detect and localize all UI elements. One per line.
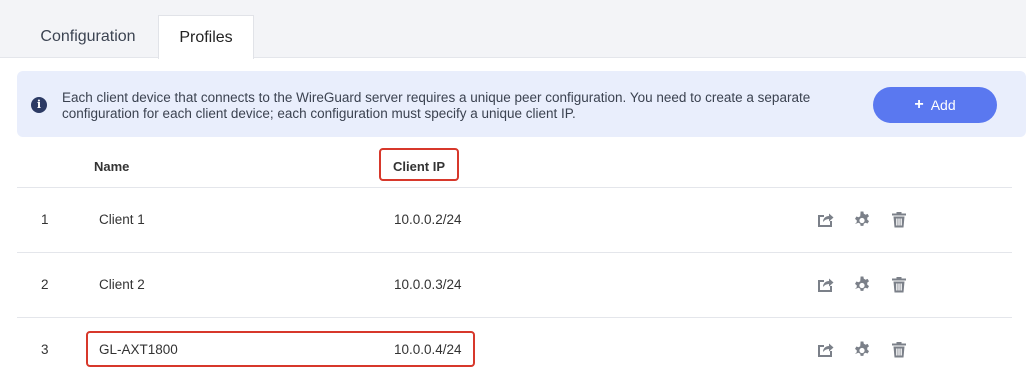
banner-text: Each client device that connects to the … bbox=[62, 90, 811, 121]
tab-bar: Configuration Profiles bbox=[0, 0, 1026, 59]
table-header: Name Client IP bbox=[17, 145, 1012, 188]
info-icon: i bbox=[31, 97, 47, 113]
row-name: Client 1 bbox=[99, 212, 145, 227]
add-button-label: Add bbox=[930, 97, 956, 113]
export-icon[interactable] bbox=[815, 275, 835, 295]
column-header-name: Name bbox=[94, 159, 130, 174]
row-client-ip: 10.0.0.3/24 bbox=[394, 277, 462, 292]
row-client-ip: 10.0.0.4/24 bbox=[394, 342, 462, 357]
tab-profiles[interactable]: Profiles bbox=[158, 15, 254, 59]
column-header-client-ip: Client IP bbox=[393, 159, 446, 174]
row-actions bbox=[815, 210, 915, 230]
row-actions bbox=[815, 275, 915, 295]
row-index: 1 bbox=[41, 212, 49, 227]
table-row: 1 Client 1 10.0.0.2/24 bbox=[17, 188, 1012, 253]
gear-icon[interactable] bbox=[852, 210, 872, 230]
add-button[interactable]: + Add bbox=[873, 87, 997, 123]
table-row: 3 GL-AXT1800 10.0.0.4/24 bbox=[17, 318, 1012, 380]
row-actions bbox=[815, 340, 915, 360]
row-client-ip: 10.0.0.2/24 bbox=[394, 212, 462, 227]
gear-icon[interactable] bbox=[852, 340, 872, 360]
gear-icon[interactable] bbox=[852, 275, 872, 295]
export-icon[interactable] bbox=[815, 340, 835, 360]
trash-icon[interactable] bbox=[889, 340, 909, 360]
row-name: Client 2 bbox=[99, 277, 145, 292]
plus-icon: + bbox=[914, 96, 924, 113]
row-name: GL-AXT1800 bbox=[99, 342, 178, 357]
row-index: 3 bbox=[41, 342, 49, 357]
tab-configuration[interactable]: Configuration bbox=[18, 15, 158, 59]
trash-icon[interactable] bbox=[889, 275, 909, 295]
table-row: 2 Client 2 10.0.0.3/24 bbox=[17, 253, 1012, 318]
row-index: 2 bbox=[41, 277, 49, 292]
export-icon[interactable] bbox=[815, 210, 835, 230]
trash-icon[interactable] bbox=[889, 210, 909, 230]
info-banner: i Each client device that connects to th… bbox=[17, 71, 1026, 137]
